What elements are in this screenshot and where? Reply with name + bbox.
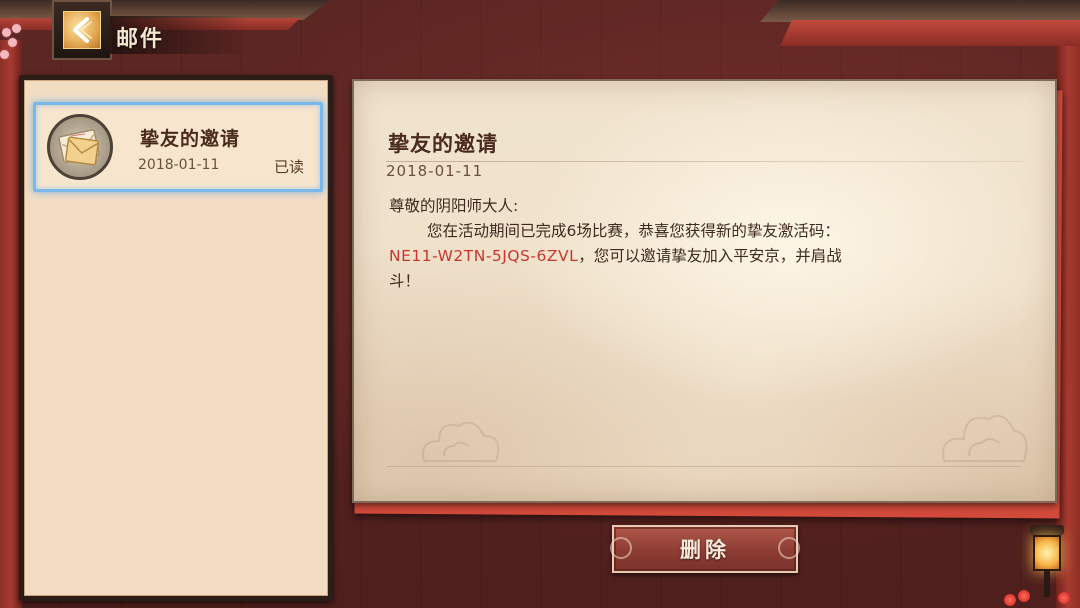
envelope-icon [47, 114, 113, 180]
greeting-text: 尊敬的阴阳师大人: [389, 197, 519, 215]
back-button[interactable] [52, 0, 112, 60]
header: 邮件 [52, 0, 252, 60]
body-text: 斗！ [389, 272, 421, 290]
roof-right-beam [780, 20, 1080, 46]
page-title: 邮件 [116, 27, 165, 52]
back-arrow-icon [63, 11, 101, 49]
activation-code: NE11-W2TN-5JQS-6ZVL [389, 247, 579, 265]
detail-body: 尊敬的阴阳师大人: 您在活动期间已完成6场比赛，恭喜您获得新的挚友激活码： NE… [389, 194, 969, 294]
detail-date: 2018-01-11 [386, 162, 484, 180]
roof-right [760, 0, 1080, 22]
body-text-line: NE11-W2TN-5JQS-6ZVL，您可以邀请挚友加入平安京，并肩战 [389, 244, 969, 269]
body-text: ，您可以邀请挚友加入平安京，并肩战 [578, 247, 842, 265]
delete-button[interactable]: 删除 [610, 525, 800, 573]
button-ornament [778, 537, 800, 559]
mail-list: 挚友的邀请 2018-01-11 已读 [24, 80, 328, 596]
cherry-blossom-decoration [0, 24, 26, 66]
body-text: 您在活动期间已完成6场比赛，恭喜您获得新的挚友激活码： [427, 222, 840, 240]
button-ornament [610, 537, 632, 559]
mail-list-item[interactable]: 挚友的邀请 2018-01-11 已读 [33, 102, 323, 192]
mail-detail-panel: 挚友的邀请 2018-01-11 尊敬的阴阳师大人: 您在活动期间已完成6场比赛… [352, 79, 1057, 503]
cloud-pattern-decoration [422, 421, 500, 462]
bottom-divider [386, 466, 1021, 467]
delete-button-label: 删除 [680, 538, 730, 562]
mail-item-date: 2018-01-11 [138, 157, 220, 173]
flower-decoration [1000, 584, 1080, 608]
mail-list-panel: 挚友的邀请 2018-01-11 已读 [19, 75, 333, 601]
detail-title: 挚友的邀请 [388, 131, 498, 156]
mail-item-title: 挚友的邀请 [140, 128, 241, 150]
mail-item-read-status: 已读 [273, 158, 304, 176]
cloud-pattern-decoration [942, 415, 1028, 462]
